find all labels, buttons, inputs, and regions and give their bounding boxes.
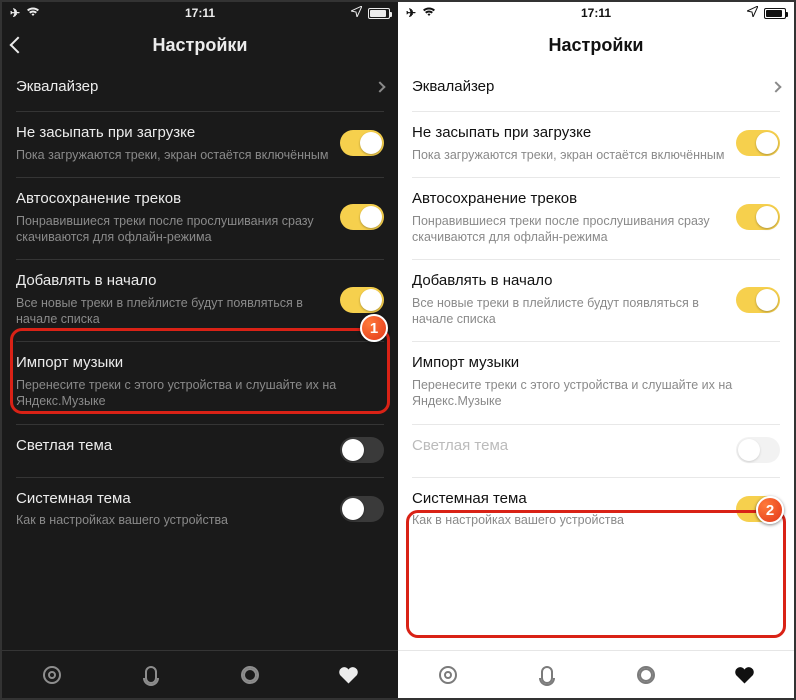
tab-favorites-icon[interactable]: [734, 664, 756, 686]
row-title: Импорт музыки: [412, 354, 780, 373]
row-title: Системная тема: [412, 490, 726, 509]
row-title: Импорт музыки: [16, 354, 384, 373]
row-title: Системная тема: [16, 490, 330, 509]
toggle-no-sleep[interactable]: [736, 130, 780, 156]
comparison-container: ✈︎ 17:11 Настройки Эквалайзер: [0, 0, 796, 700]
airplane-icon: ✈︎: [10, 6, 20, 20]
status-bar: ✈︎ 17:11: [398, 2, 794, 24]
row-light-theme: Светлая тема: [16, 425, 384, 478]
status-time: 17:11: [185, 6, 215, 20]
row-title: Добавлять в начало: [16, 272, 330, 291]
row-light-theme: Светлая тема: [412, 425, 780, 478]
tab-feed-icon[interactable]: [41, 664, 63, 686]
row-title: Светлая тема: [412, 437, 726, 456]
row-subtitle: Все новые треки в плейлисте будут появля…: [412, 295, 726, 328]
row-subtitle: Понравившиеся треки после прослушивания …: [16, 213, 330, 246]
row-title: Эквалайзер: [16, 78, 366, 97]
tab-podcasts-icon[interactable]: [536, 664, 558, 686]
tab-podcasts-icon[interactable]: [140, 664, 162, 686]
status-bar: ✈︎ 17:11: [2, 2, 398, 24]
highlight-badge-1: 1: [360, 314, 388, 342]
row-add-to-top: Добавлять в начало Все новые треки в пле…: [412, 260, 780, 342]
toggle-add-to-top[interactable]: [340, 287, 384, 313]
tab-bar: [2, 650, 398, 698]
tab-radio-icon[interactable]: [239, 664, 261, 686]
row-no-sleep: Не засыпать при загрузке Пока загружаютс…: [16, 112, 384, 178]
row-import-music[interactable]: Импорт музыки Перенесите треки с этого у…: [412, 342, 780, 424]
row-subtitle: Пока загружаются треки, экран остаётся в…: [16, 147, 330, 163]
airplane-icon: ✈︎: [406, 6, 416, 20]
row-title: Не засыпать при загрузке: [16, 124, 330, 143]
row-system-theme: Системная тема Как в настройках вашего у…: [16, 478, 384, 543]
row-no-sleep: Не засыпать при загрузке Пока загружаютс…: [412, 112, 780, 178]
wifi-icon: [26, 6, 40, 20]
battery-icon: [368, 8, 390, 19]
row-system-theme: Системная тема Как в настройках вашего у…: [412, 478, 780, 543]
battery-icon: [764, 8, 786, 19]
phone-light: ✈︎ 17:11 Настройки Эквалайзер: [398, 2, 794, 698]
page-title: Настройки: [549, 35, 644, 56]
row-subtitle: Понравившиеся треки после прослушивания …: [412, 213, 726, 246]
page-title: Настройки: [153, 35, 248, 56]
row-title: Эквалайзер: [412, 78, 762, 97]
status-time: 17:11: [581, 6, 611, 20]
wifi-icon: [422, 6, 436, 20]
row-title: Автосохранение треков: [16, 190, 330, 209]
chevron-right-icon: [374, 82, 385, 93]
toggle-system-theme[interactable]: [340, 496, 384, 522]
row-subtitle: Как в настройках вашего устройства: [16, 512, 330, 528]
row-subtitle: Пока загружаются треки, экран остаётся в…: [412, 147, 726, 163]
tab-bar: [398, 650, 794, 698]
toggle-no-sleep[interactable]: [340, 130, 384, 156]
phone-dark: ✈︎ 17:11 Настройки Эквалайзер: [2, 2, 398, 698]
row-add-to-top: Добавлять в начало Все новые треки в пле…: [16, 260, 384, 342]
toggle-add-to-top[interactable]: [736, 287, 780, 313]
row-autosave: Автосохранение треков Понравившиеся трек…: [16, 178, 384, 260]
row-title: Добавлять в начало: [412, 272, 726, 291]
row-subtitle: Перенесите треки с этого устройства и сл…: [16, 377, 384, 410]
location-icon: [747, 6, 758, 20]
toggle-autosave[interactable]: [340, 204, 384, 230]
back-icon[interactable]: [10, 37, 27, 54]
location-icon: [351, 6, 362, 20]
tab-feed-icon[interactable]: [437, 664, 459, 686]
settings-list: Эквалайзер Не засыпать при загрузке Пока…: [2, 66, 398, 650]
row-title: Автосохранение треков: [412, 190, 726, 209]
row-import-music[interactable]: Импорт музыки Перенесите треки с этого у…: [16, 342, 384, 424]
toggle-autosave[interactable]: [736, 204, 780, 230]
row-subtitle: Все новые треки в плейлисте будут появля…: [16, 295, 330, 328]
tab-radio-icon[interactable]: [635, 664, 657, 686]
settings-list: Эквалайзер Не засыпать при загрузке Пока…: [398, 66, 794, 650]
toggle-light-theme[interactable]: [340, 437, 384, 463]
row-subtitle: Перенесите треки с этого устройства и сл…: [412, 377, 780, 410]
row-equalizer[interactable]: Эквалайзер: [412, 66, 780, 112]
row-subtitle: Как в настройках вашего устройства: [412, 512, 726, 528]
toggle-light-theme: [736, 437, 780, 463]
row-equalizer[interactable]: Эквалайзер: [16, 66, 384, 112]
tab-favorites-icon[interactable]: [338, 664, 360, 686]
row-title: Светлая тема: [16, 437, 330, 456]
row-autosave: Автосохранение треков Понравившиеся трек…: [412, 178, 780, 260]
row-title: Не засыпать при загрузке: [412, 124, 726, 143]
page-header: Настройки: [2, 24, 398, 66]
chevron-right-icon: [770, 82, 781, 93]
page-header: Настройки: [398, 24, 794, 66]
highlight-badge-2: 2: [756, 496, 784, 524]
